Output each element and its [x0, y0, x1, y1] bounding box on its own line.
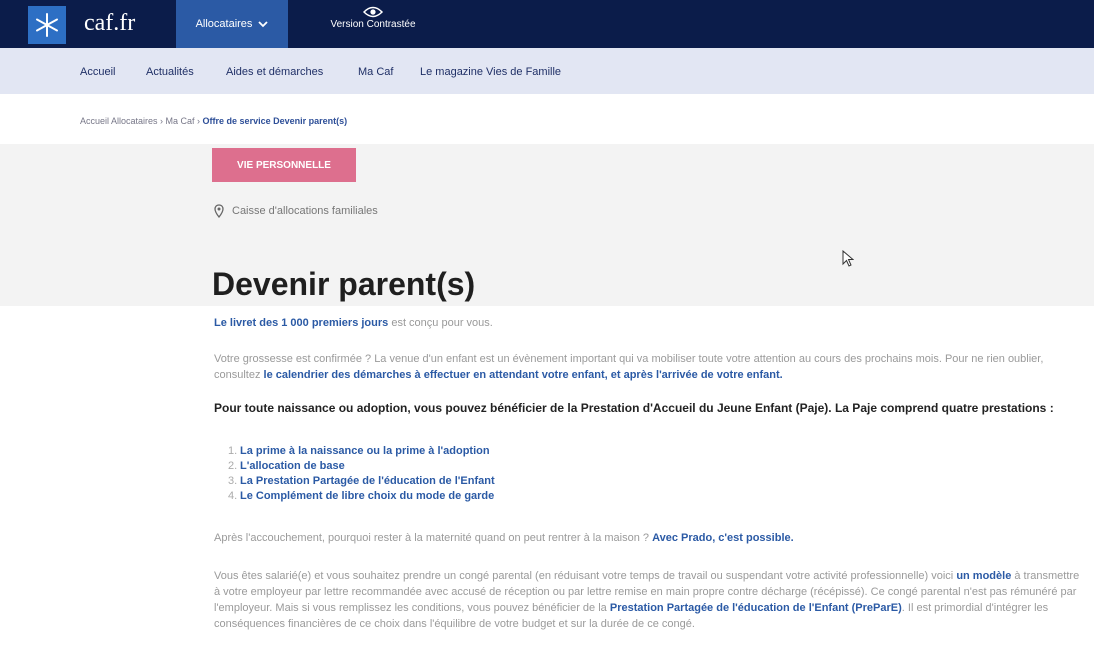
nav-item-aides-demarches[interactable]: Aides et démarches: [226, 66, 323, 78]
page-title: Devenir parent(s): [212, 266, 476, 302]
hero-band: [0, 144, 1094, 306]
snowflake-logo-icon: [36, 13, 58, 37]
modele-link[interactable]: un modèle: [956, 570, 1011, 582]
nav-item-ma-caf[interactable]: Ma Caf: [358, 66, 393, 78]
list-item[interactable]: 1. La prime à la naissance ou la prime à …: [228, 444, 495, 459]
paje-list: 1. La prime à la naissance ou la prime à …: [228, 444, 495, 504]
source-line: Caisse d'allocations familiales: [214, 204, 378, 218]
location-pin-icon: [214, 204, 224, 218]
list-item[interactable]: 3. La Prestation Partagée de l'éducation …: [228, 474, 495, 489]
conge-text-a: Vous êtes salarié(e) et vous souhaitez p…: [214, 570, 957, 582]
breadcrumb: Accueil Allocataires › Ma Caf › Offre de…: [80, 116, 347, 126]
paje-paragraph: Pour toute naissance ou adoption, vous p…: [214, 401, 1054, 415]
prepare-link[interactable]: Prestation Partagée de l'éducation de l'…: [610, 602, 902, 614]
chevron-down-icon: [258, 21, 269, 28]
breadcrumb-current: Offre de service Devenir parent(s): [202, 116, 348, 126]
intro-paragraph: Votre grossesse est confirmée ? La venue…: [214, 351, 1088, 383]
list-item[interactable]: 4. Le Complément de libre choix du mode d…: [228, 489, 495, 504]
livret-link[interactable]: Le livret des 1 000 premiers jours: [214, 317, 388, 329]
nav-item-magazine[interactable]: Le magazine Vies de Famille: [420, 66, 561, 78]
list-item-label: La prime à la naissance ou la prime à l'…: [240, 445, 490, 457]
prado-text: Après l'accouchement, pourquoi rester à …: [214, 532, 653, 544]
list-item-label: Le Complément de libre choix du mode de …: [240, 490, 495, 502]
eye-icon: [363, 6, 383, 18]
list-item-label: La Prestation Partagée de l'éducation de…: [240, 475, 495, 487]
nav-item-accueil[interactable]: Accueil: [80, 66, 115, 78]
nav-item-actualites[interactable]: Actualités: [146, 66, 194, 78]
allocataires-label: Allocataires: [195, 18, 253, 30]
list-item[interactable]: 2. L'allocation de base: [228, 459, 495, 474]
main-navigation: Accueil Actualités Aides et démarches Ma…: [0, 48, 1094, 94]
top-header-bar: caf.fr Allocataires Version Contrastée: [0, 0, 1094, 48]
list-item-label: L'allocation de base: [240, 460, 345, 472]
brand-name[interactable]: caf.fr: [84, 10, 135, 37]
category-button[interactable]: VIE PERSONNELLE: [212, 148, 356, 182]
calendar-link[interactable]: le calendrier des démarches à effectuer …: [264, 369, 783, 381]
lead-rest: est conçu pour vous.: [388, 317, 493, 329]
breadcrumb-path[interactable]: Accueil Allocataires › Ma Caf ›: [80, 116, 203, 126]
contrast-version-toggle[interactable]: Version Contrastée: [318, 6, 428, 42]
mouse-cursor-icon: [842, 250, 854, 267]
conge-paragraph: Vous êtes salarié(e) et vous souhaitez p…: [214, 568, 1088, 632]
contrast-label: Version Contrastée: [330, 19, 416, 30]
prado-paragraph: Après l'accouchement, pourquoi rester à …: [214, 530, 1088, 546]
allocataires-menu-button[interactable]: Allocataires: [176, 0, 288, 48]
caf-logo[interactable]: [28, 6, 66, 44]
source-label: Caisse d'allocations familiales: [232, 205, 378, 217]
prado-link[interactable]: Avec Prado, c'est possible.: [652, 532, 794, 544]
lead-line: Le livret des 1 000 premiers jours est c…: [214, 317, 493, 329]
